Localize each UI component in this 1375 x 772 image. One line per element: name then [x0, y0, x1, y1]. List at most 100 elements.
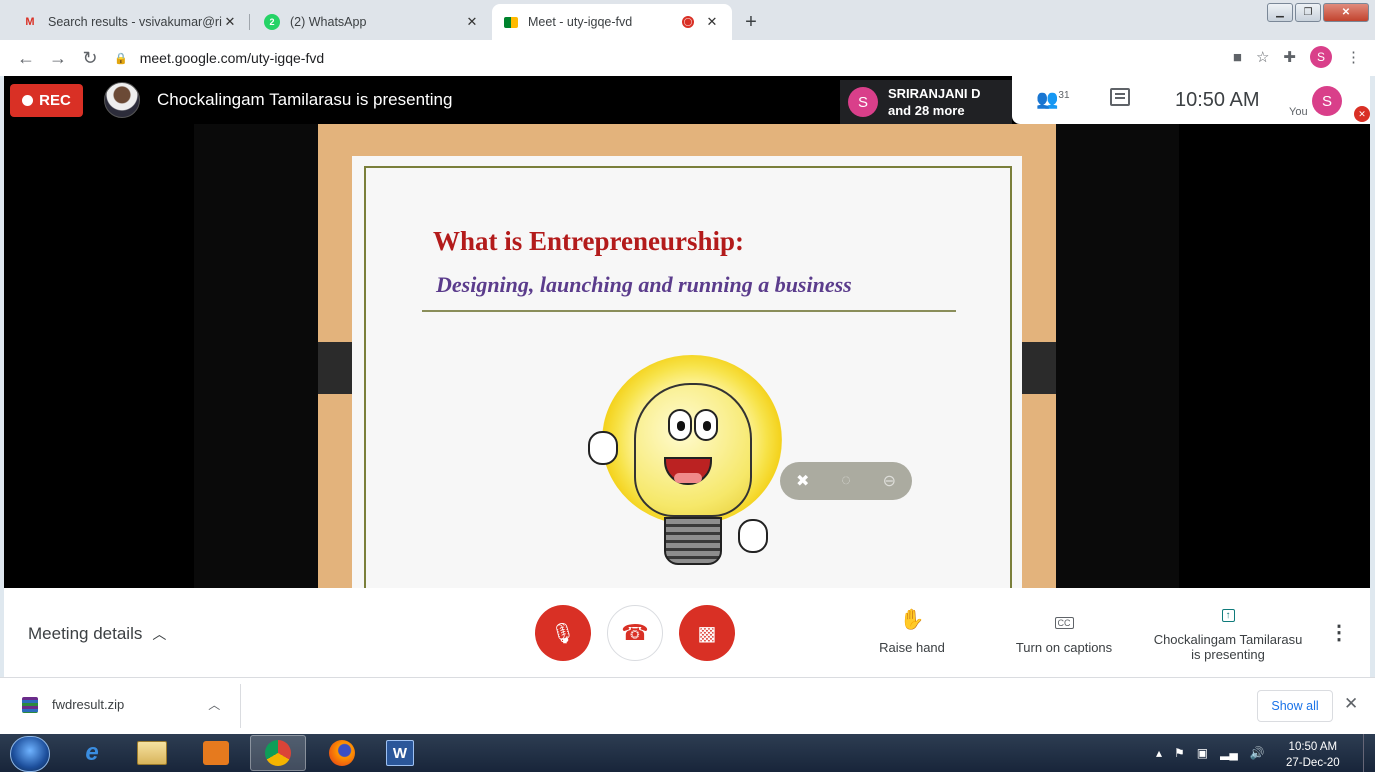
- speaker-avatar: S: [848, 87, 878, 117]
- raise-hand-label: Raise hand: [879, 640, 945, 655]
- camera-off-icon: ▩: [697, 622, 717, 645]
- lightbulb-illustration: [582, 341, 792, 581]
- active-speaker-chip[interactable]: S SRIRANJANI D and 28 more: [840, 80, 1012, 124]
- you-label: You: [1289, 106, 1308, 118]
- unpin-icon[interactable]: ✖: [796, 471, 809, 491]
- mute-speaker-icon[interactable]: ◌: [841, 472, 851, 490]
- raise-hand-button[interactable]: ✋ Raise hand: [872, 608, 952, 655]
- minimize-button[interactable]: ▁: [1267, 3, 1293, 22]
- close-icon[interactable]: ✕: [704, 14, 720, 30]
- media-player-icon[interactable]: [188, 735, 244, 771]
- back-icon[interactable]: ←: [10, 48, 42, 69]
- presenting-line2: is presenting: [1191, 647, 1265, 662]
- mic-off-icon: 🎙: [550, 622, 576, 645]
- remove-icon[interactable]: ⊖: [883, 471, 896, 491]
- close-icon[interactable]: ✕: [464, 14, 480, 30]
- gmail-icon: M: [25, 16, 35, 28]
- tab-title: Search results - vsivakumar@ritr: [48, 15, 222, 29]
- browser-tab-bar: M Search results - vsivakumar@ritr ✕ 2 (…: [0, 0, 1375, 40]
- participants-count: 31: [1058, 90, 1070, 101]
- taskbar-date: 27-Dec-20: [1286, 757, 1340, 769]
- recording-badge: REC: [10, 84, 83, 117]
- meeting-details-button[interactable]: Meeting details ︿: [28, 624, 166, 644]
- bulb-glass: [634, 383, 752, 517]
- signal-icon[interactable]: ▂▄: [1220, 746, 1238, 760]
- file-explorer-icon[interactable]: [124, 735, 180, 771]
- close-window-button[interactable]: ✕: [1323, 3, 1369, 22]
- rec-dot-icon: [22, 95, 34, 106]
- hangup-icon: ☎: [621, 620, 649, 645]
- profile-avatar[interactable]: S: [1310, 46, 1332, 68]
- camera-toggle-button[interactable]: ▩: [679, 605, 735, 661]
- leave-call-button[interactable]: ☎: [607, 605, 663, 661]
- presenting-text: Chockalingam Tamilarasu is presenting: [157, 90, 453, 109]
- word-icon[interactable]: W: [372, 735, 428, 771]
- mic-toggle-button[interactable]: 🎙: [535, 605, 591, 661]
- download-filename: fwdresult.zip: [52, 697, 125, 712]
- taskbar-time: 10:50 AM: [1288, 741, 1338, 753]
- zip-file-icon: [22, 696, 38, 713]
- captions-button[interactable]: CC Turn on captions: [1004, 608, 1124, 655]
- meet-right-panel: 👥31 10:50 AM You S ✕: [1012, 76, 1370, 124]
- volume-icon[interactable]: 🔊: [1250, 746, 1265, 760]
- slide-subtitle: Designing, launching and running a busin…: [436, 272, 852, 297]
- taskbar-clock[interactable]: 10:50 AM 27-Dec-20: [1286, 739, 1340, 771]
- tab-whatsapp[interactable]: 2 (2) WhatsApp ✕: [252, 4, 492, 40]
- system-tray: ▴ ⚑ ▣ ▂▄ 🔊: [1156, 746, 1265, 760]
- presenting-line1: Chockalingam Tamilarasu: [1153, 632, 1303, 647]
- hand-icon: ✋: [899, 609, 925, 631]
- camera-icon[interactable]: ■: [1233, 49, 1242, 66]
- slide-divider: [422, 310, 956, 312]
- presenter-avatar: [104, 82, 140, 118]
- extensions-icon[interactable]: ✚: [1283, 48, 1296, 66]
- presenting-button[interactable]: ↑ Chockalingam Tamilarasu is presenting: [1146, 600, 1310, 662]
- close-shelf-icon[interactable]: ✕: [1344, 694, 1358, 714]
- action-center-icon[interactable]: ⚑: [1174, 746, 1185, 760]
- meeting-details-label: Meeting details: [28, 624, 143, 643]
- rec-label: REC: [39, 92, 71, 109]
- chevron-up-icon[interactable]: ︿: [208, 696, 220, 713]
- more-options-icon[interactable]: ⋮: [1329, 620, 1349, 645]
- muted-mic-icon: ✕: [1354, 106, 1370, 122]
- meeting-clock: 10:50 AM: [1175, 89, 1260, 111]
- restore-button[interactable]: ❐: [1295, 3, 1321, 22]
- download-item[interactable]: fwdresult.zip ︿: [22, 696, 220, 713]
- tab-meet[interactable]: Meet - uty-igqe-fvd ✕: [492, 4, 732, 40]
- windows-taskbar: e W ▴ ⚑ ▣ ▂▄ 🔊 10:50 AM 27-Dec-20: [0, 734, 1375, 772]
- menu-icon[interactable]: ⋮: [1346, 48, 1361, 66]
- start-button[interactable]: [10, 736, 50, 772]
- shelf-divider: [240, 684, 241, 728]
- url-text: meet.google.com/uty-igqe-fvd: [139, 50, 325, 66]
- people-icon: 👥: [1036, 89, 1059, 109]
- bulb-right-eye: [694, 409, 718, 441]
- recording-icon: [682, 16, 694, 28]
- star-icon[interactable]: ☆: [1256, 48, 1269, 66]
- self-avatar[interactable]: S: [1312, 86, 1342, 116]
- present-screen-icon: ↑: [1146, 600, 1310, 624]
- power-icon[interactable]: ▣: [1197, 746, 1208, 760]
- meet-stage: REC Chockalingam Tamilarasu is presentin…: [4, 76, 1370, 588]
- url-field[interactable]: 🔒 meet.google.com/uty-igqe-fvd: [114, 45, 1184, 71]
- close-icon[interactable]: ✕: [222, 14, 238, 30]
- speaker-name: SRIRANJANI D: [888, 86, 981, 101]
- downloads-shelf: fwdresult.zip ︿ Show all ✕: [0, 677, 1375, 734]
- lock-icon: 🔒: [114, 52, 128, 65]
- tab-title: Meet - uty-igqe-fvd: [528, 15, 633, 29]
- chat-icon[interactable]: [1110, 88, 1130, 106]
- tab-gmail[interactable]: M Search results - vsivakumar@ritr ✕: [10, 4, 250, 40]
- tray-expand-icon[interactable]: ▴: [1156, 746, 1162, 760]
- reload-icon[interactable]: ↻: [74, 48, 106, 69]
- meet-top-bar: REC Chockalingam Tamilarasu is presentin…: [4, 76, 1370, 124]
- tab-title: (2) WhatsApp: [290, 15, 367, 29]
- new-tab-button[interactable]: +: [738, 9, 764, 35]
- slide-frame: What is Entrepreneurship: Designing, lau…: [318, 124, 1056, 588]
- meet-icon: [504, 16, 518, 28]
- show-all-button[interactable]: Show all: [1257, 690, 1333, 722]
- chrome-icon[interactable]: [250, 735, 306, 771]
- forward-icon[interactable]: →: [42, 48, 74, 69]
- show-desktop-button[interactable]: [1363, 734, 1375, 772]
- firefox-icon[interactable]: [314, 735, 370, 771]
- people-button[interactable]: 👥31: [1036, 89, 1070, 110]
- window-controls: ▁ ❐ ✕: [1267, 3, 1369, 22]
- internet-explorer-icon[interactable]: e: [64, 735, 120, 771]
